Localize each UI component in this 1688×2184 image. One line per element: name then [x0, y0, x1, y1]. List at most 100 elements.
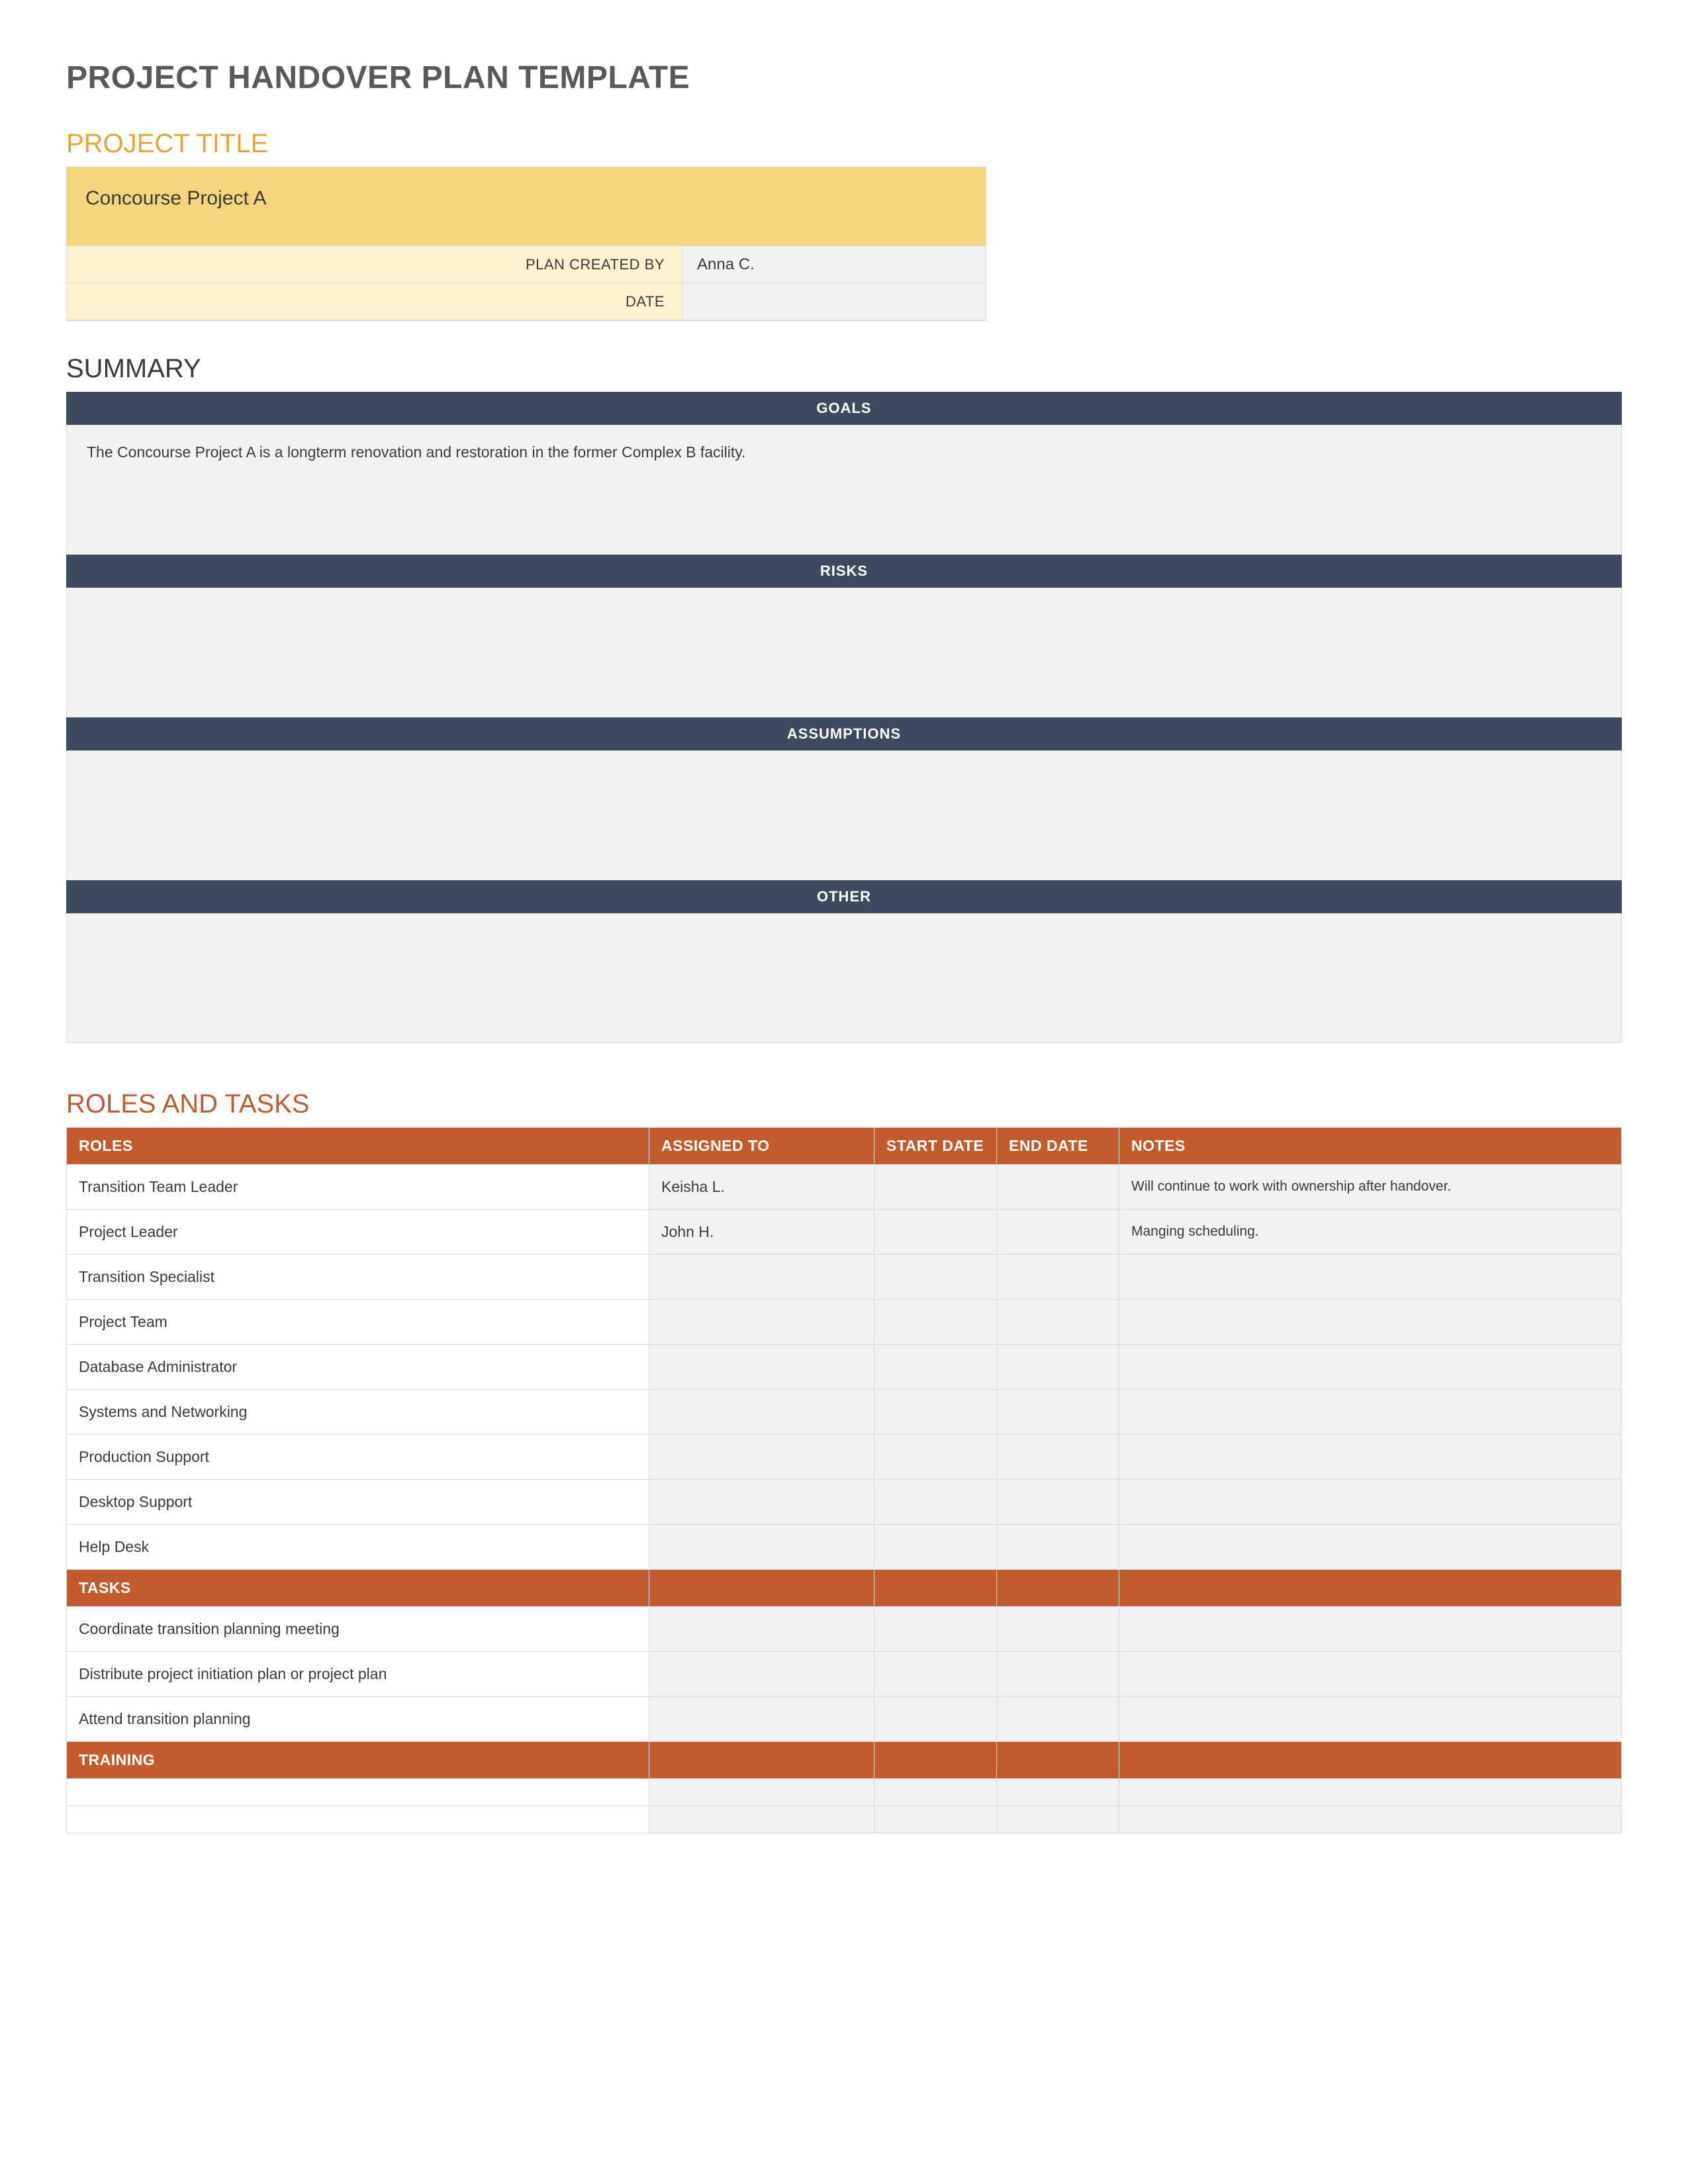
cell-end — [997, 1255, 1119, 1300]
section-spacer — [997, 1742, 1119, 1779]
table-row: Systems and Networking — [67, 1390, 1622, 1435]
cell-assigned: John H. — [649, 1210, 874, 1255]
cell-notes — [1119, 1607, 1622, 1652]
cell-assigned — [649, 1390, 874, 1435]
cell-assigned — [649, 1652, 874, 1697]
cell-notes — [1119, 1300, 1622, 1345]
cell-end — [997, 1435, 1119, 1480]
cell-role: Desktop Support — [67, 1480, 649, 1525]
cell-start — [874, 1300, 997, 1345]
table-row: Project Team — [67, 1300, 1622, 1345]
cell-assigned — [649, 1779, 874, 1806]
project-title-box: Concourse Project A PLAN CREATED BY Anna… — [66, 167, 986, 321]
cell-end — [997, 1607, 1119, 1652]
summary-other-body — [66, 913, 1622, 1043]
col-start-date: START DATE — [874, 1128, 997, 1165]
table-row: Desktop Support — [67, 1480, 1622, 1525]
cell-notes — [1119, 1390, 1622, 1435]
cell-assigned — [649, 1345, 874, 1390]
cell-role — [67, 1806, 649, 1833]
table-row: Help Desk — [67, 1525, 1622, 1570]
cell-assigned: Keisha L. — [649, 1165, 874, 1210]
summary-heading: SUMMARY — [66, 354, 1622, 384]
cell-end — [997, 1480, 1119, 1525]
summary-assumptions-header: ASSUMPTIONS — [66, 717, 1622, 751]
section-spacer — [1119, 1570, 1622, 1607]
project-name-cell: Concourse Project A — [67, 167, 986, 246]
cell-assigned — [649, 1525, 874, 1570]
cell-start — [874, 1806, 997, 1833]
cell-assigned — [649, 1480, 874, 1525]
doc-title: PROJECT HANDOVER PLAN TEMPLATE — [66, 60, 1622, 96]
cell-start — [874, 1435, 997, 1480]
cell-end — [997, 1652, 1119, 1697]
cell-start — [874, 1210, 997, 1255]
cell-role: Production Support — [67, 1435, 649, 1480]
plan-created-by-value: Anna C. — [682, 246, 986, 283]
summary-risks-body — [66, 588, 1622, 717]
section-spacer — [874, 1742, 997, 1779]
cell-notes — [1119, 1779, 1622, 1806]
summary-goals-header: GOALS — [66, 392, 1622, 425]
cell-notes — [1119, 1435, 1622, 1480]
section-spacer — [997, 1570, 1119, 1607]
section-spacer — [1119, 1742, 1622, 1779]
col-roles: ROLES — [67, 1128, 649, 1165]
col-end-date: END DATE — [997, 1128, 1119, 1165]
summary-other-header: OTHER — [66, 880, 1622, 913]
cell-notes: Manging scheduling. — [1119, 1210, 1622, 1255]
cell-end — [997, 1806, 1119, 1833]
cell-role: Coordinate transition planning meeting — [67, 1607, 649, 1652]
summary-assumptions-body — [66, 751, 1622, 880]
cell-notes — [1119, 1255, 1622, 1300]
section-spacer — [874, 1570, 997, 1607]
cell-start — [874, 1525, 997, 1570]
cell-role: Project Team — [67, 1300, 649, 1345]
cell-end — [997, 1779, 1119, 1806]
cell-end — [997, 1300, 1119, 1345]
cell-start — [874, 1165, 997, 1210]
cell-role: Distribute project initiation plan or pr… — [67, 1652, 649, 1697]
cell-assigned — [649, 1697, 874, 1742]
cell-end — [997, 1345, 1119, 1390]
cell-role: Transition Specialist — [67, 1255, 649, 1300]
table-row: Coordinate transition planning meeting — [67, 1607, 1622, 1652]
table-row: Transition Team LeaderKeisha L. Will cont… — [67, 1165, 1622, 1210]
cell-role: Project Leader — [67, 1210, 649, 1255]
cell-end — [997, 1697, 1119, 1742]
roles-header-row: ROLES ASSIGNED TO START DATE END DATE NO… — [67, 1128, 1622, 1165]
cell-notes — [1119, 1652, 1622, 1697]
cell-start — [874, 1345, 997, 1390]
cell-start — [874, 1652, 997, 1697]
cell-role: Database Administrator — [67, 1345, 649, 1390]
tasks-header-row: TASKS — [67, 1570, 1622, 1607]
cell-notes — [1119, 1806, 1622, 1833]
section-spacer — [649, 1742, 874, 1779]
table-row: Database Administrator — [67, 1345, 1622, 1390]
roles-tasks-section: ROLES AND TASKS ROLES ASSIGNED TO START … — [66, 1089, 1622, 1833]
cell-start — [874, 1255, 997, 1300]
date-value — [682, 283, 986, 320]
table-row: Project LeaderJohn H. Manging scheduling. — [67, 1210, 1622, 1255]
summary-section: SUMMARY GOALS The Concourse Project A is… — [66, 354, 1622, 1043]
cell-assigned — [649, 1607, 874, 1652]
date-label: DATE — [67, 283, 682, 320]
cell-role: Transition Team Leader — [67, 1165, 649, 1210]
cell-notes: Will continue to work with ownership aft… — [1119, 1165, 1622, 1210]
summary-goals-body: The Concourse Project A is a longterm re… — [66, 425, 1622, 555]
cell-assigned — [649, 1435, 874, 1480]
cell-notes — [1119, 1480, 1622, 1525]
table-row: Distribute project initiation plan or pr… — [67, 1652, 1622, 1697]
training-header-row-label: TRAINING — [67, 1742, 649, 1779]
cell-notes — [1119, 1345, 1622, 1390]
table-row: Production Support — [67, 1435, 1622, 1480]
table-row — [67, 1779, 1622, 1806]
plan-created-by-label: PLAN CREATED BY — [67, 246, 682, 283]
col-assigned-to: ASSIGNED TO — [649, 1128, 874, 1165]
cell-end — [997, 1390, 1119, 1435]
table-row: Attend transition planning — [67, 1697, 1622, 1742]
summary-risks-header: RISKS — [66, 555, 1622, 588]
cell-role: Help Desk — [67, 1525, 649, 1570]
cell-assigned — [649, 1806, 874, 1833]
section-spacer — [649, 1570, 874, 1607]
